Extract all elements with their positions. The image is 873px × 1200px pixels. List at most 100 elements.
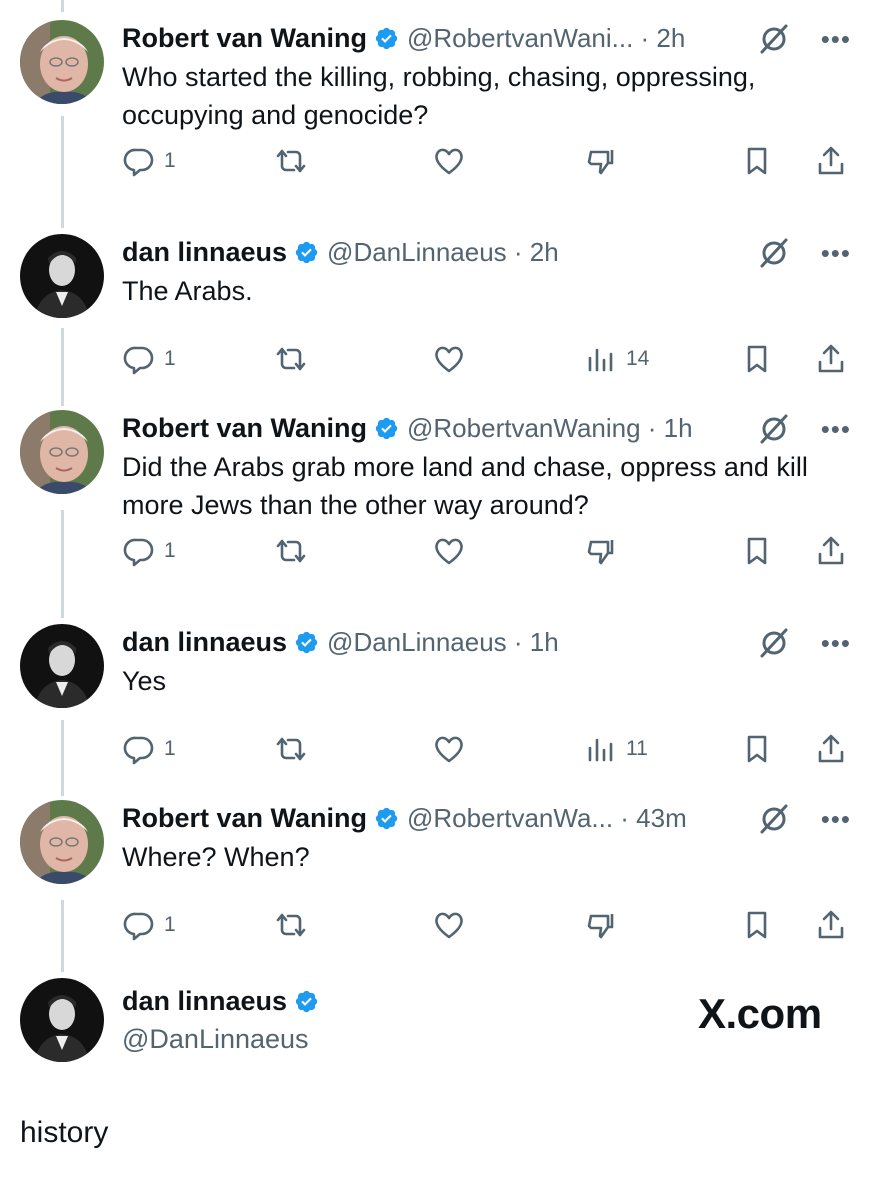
author-name[interactable]: dan linnaeus [122, 986, 319, 1017]
tweet-header: dan linnaeus @DanLinnaeus · 1h [122, 624, 559, 660]
heart-icon [435, 148, 463, 175]
final-author-card: dan linnaeus @DanLinnaeus X.com [0, 978, 873, 1078]
tweet-header: Robert van Waning @RobertvanWa... · 43m [122, 800, 687, 836]
more-options-icon[interactable]: ••• [821, 26, 851, 52]
tweet-text: Where? When? [122, 842, 310, 872]
author-handle[interactable]: @RobertvanWa... · 43m [407, 803, 687, 834]
avatar[interactable] [20, 234, 104, 318]
tweet-header: dan linnaeus @DanLinnaeus · 2h [122, 234, 559, 270]
bookmark-button[interactable] [740, 534, 774, 568]
reply-icon [123, 148, 154, 177]
share-button[interactable] [814, 732, 848, 766]
tweet-header-actions: ••• [757, 22, 851, 56]
tweet-actions: 1 14 [0, 342, 873, 382]
author-name[interactable]: dan linnaeus [122, 627, 287, 658]
author-name[interactable]: Robert van Waning [122, 803, 367, 834]
author-name[interactable]: Robert van Waning [122, 413, 367, 444]
avatar[interactable] [20, 20, 104, 104]
avatar[interactable] [20, 410, 104, 494]
more-options-icon[interactable]: ••• [821, 416, 851, 442]
bookmark-icon [747, 735, 767, 763]
tweet[interactable]: Robert van Waning @RobertvanWa... · 43m … [0, 800, 873, 980]
x-com-watermark: X.com [698, 990, 822, 1037]
tweet-text: The Arabs. [122, 276, 253, 306]
share-button[interactable] [814, 342, 848, 376]
reply-button[interactable]: 1 [122, 908, 176, 942]
views-button[interactable]: 11 [584, 732, 648, 766]
grok-icon[interactable] [757, 802, 791, 836]
bookmark-button[interactable] [740, 908, 774, 942]
tweet[interactable]: dan linnaeus @DanLinnaeus · 2h ••• The A… [0, 234, 873, 414]
author-name[interactable]: Robert van Waning [122, 23, 367, 54]
avatar[interactable] [20, 978, 104, 1062]
bookmark-button[interactable] [740, 144, 774, 178]
grok-icon[interactable] [757, 236, 791, 270]
verified-badge-icon [375, 807, 398, 829]
bookmark-icon [747, 911, 767, 939]
dislike-button[interactable] [584, 534, 618, 568]
tweet[interactable]: dan linnaeus @DanLinnaeus · 1h ••• Yes 1… [0, 624, 873, 804]
bookmark-button[interactable] [740, 342, 774, 376]
tweet-header: Robert van Waning @RobertvanWani... · 2h [122, 20, 685, 56]
bookmark-button[interactable] [740, 732, 774, 766]
bookmark-icon [747, 345, 767, 373]
views-count: 14 [626, 347, 650, 370]
reply-count: 1 [164, 347, 176, 370]
retweet-button[interactable] [274, 732, 308, 766]
share-button[interactable] [814, 534, 848, 568]
avatar[interactable] [20, 624, 104, 708]
tweet-header-actions: ••• [757, 412, 851, 446]
avatar[interactable] [20, 800, 104, 884]
tweet[interactable]: Robert van Waning @RobertvanWani... · 2h… [0, 20, 873, 200]
like-button[interactable] [432, 732, 466, 766]
verified-badge-icon [375, 417, 398, 439]
reply-count: 1 [164, 149, 176, 172]
thumbs-down-icon [587, 150, 614, 175]
retweet-icon [276, 149, 306, 173]
tweet-text: Yes [122, 666, 167, 696]
verified-badge-icon [375, 27, 398, 49]
views-count: 11 [626, 737, 648, 760]
reply-button[interactable]: 1 [122, 534, 176, 568]
share-button[interactable] [814, 908, 848, 942]
heart-icon [435, 346, 463, 373]
thumbs-down-icon [587, 540, 614, 565]
author-handle[interactable]: @RobertvanWani... · 2h [407, 23, 685, 54]
author-handle[interactable]: @DanLinnaeus · 2h [327, 237, 559, 268]
like-button[interactable] [432, 908, 466, 942]
grok-icon[interactable] [757, 22, 791, 56]
retweet-button[interactable] [274, 144, 308, 178]
grok-icon[interactable] [757, 626, 791, 660]
author-handle[interactable]: @RobertvanWaning · 1h [407, 413, 693, 444]
author-handle[interactable]: @DanLinnaeus · 1h [327, 627, 559, 658]
retweet-icon [276, 539, 306, 563]
reply-button[interactable]: 1 [122, 732, 176, 766]
reply-button[interactable]: 1 [122, 342, 176, 376]
retweet-button[interactable] [274, 534, 308, 568]
retweet-button[interactable] [274, 908, 308, 942]
tweet-actions: 1 [0, 144, 873, 184]
tweet-text: Who started the killing, robbing, chasin… [122, 62, 756, 130]
tweet[interactable]: Robert van Waning @RobertvanWaning · 1h … [0, 410, 873, 590]
reply-count: 1 [164, 737, 176, 760]
dislike-button[interactable] [584, 144, 618, 178]
caption-text: history [20, 1116, 109, 1149]
grok-icon[interactable] [757, 412, 791, 446]
more-options-icon[interactable]: ••• [821, 806, 851, 832]
reply-button[interactable]: 1 [122, 144, 176, 178]
more-options-icon[interactable]: ••• [821, 630, 851, 656]
verified-badge-icon [295, 990, 318, 1013]
share-button[interactable] [814, 144, 848, 178]
retweet-button[interactable] [274, 342, 308, 376]
like-button[interactable] [432, 144, 466, 178]
views-button[interactable]: 14 [584, 342, 649, 376]
more-options-icon[interactable]: ••• [821, 240, 851, 266]
tweet-actions: 1 [0, 534, 873, 574]
reply-icon [123, 736, 154, 765]
author-name[interactable]: dan linnaeus [122, 237, 287, 268]
like-button[interactable] [432, 342, 466, 376]
like-button[interactable] [432, 534, 466, 568]
author-handle[interactable]: @DanLinnaeus [122, 1024, 309, 1055]
heart-icon [435, 538, 463, 565]
dislike-button[interactable] [584, 908, 618, 942]
